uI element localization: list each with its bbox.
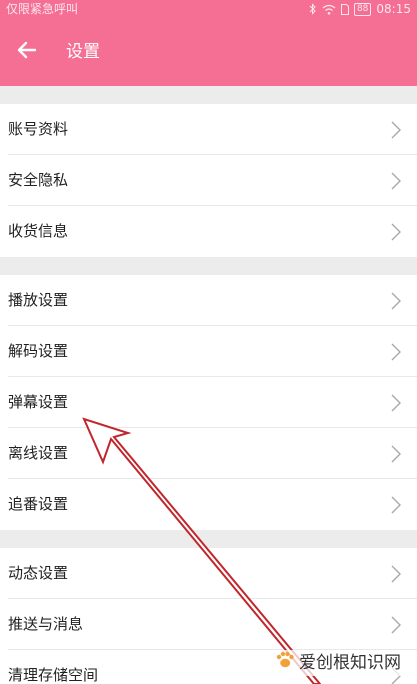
- chevron-right-icon: [391, 343, 401, 361]
- bluetooth-icon: [309, 3, 317, 15]
- chevron-right-icon: [391, 223, 401, 241]
- settings-item-label: 弹幕设置: [8, 393, 69, 411]
- settings-item-label: 清理存储空间: [8, 666, 99, 684]
- battery-indicator: 88: [353, 2, 372, 16]
- paw-icon: [275, 651, 295, 675]
- settings-item-label: 安全隐私: [8, 171, 69, 189]
- settings-item-label: 账号资料: [8, 120, 69, 138]
- carrier-status: 仅限紧急呼叫: [6, 2, 79, 16]
- settings-item-push-messages[interactable]: 推送与消息: [0, 599, 417, 650]
- settings-screen: 仅限紧急呼叫 88 08:15 设置 账号资料 安全隐私 收货信息 播放设置 解…: [0, 0, 417, 684]
- settings-item-label: 推送与消息: [8, 615, 84, 633]
- chevron-right-icon: [391, 616, 401, 634]
- settings-item-label: 解码设置: [8, 342, 69, 360]
- settings-item-label: 收货信息: [8, 222, 69, 240]
- chevron-right-icon: [391, 172, 401, 190]
- settings-item-label: 动态设置: [8, 564, 69, 582]
- chevron-right-icon: [391, 121, 401, 139]
- section-gap: [0, 530, 417, 548]
- wifi-icon: [322, 4, 336, 15]
- watermark-text: 爱创根知识网: [299, 653, 401, 673]
- settings-item-follow-anime[interactable]: 追番设置: [0, 479, 417, 530]
- settings-list: 账号资料 安全隐私 收货信息 播放设置 解码设置 弹幕设置 离线设置 追番设置 …: [0, 86, 417, 684]
- settings-item-offline[interactable]: 离线设置: [0, 428, 417, 479]
- chevron-right-icon: [391, 292, 401, 310]
- settings-item-label: 播放设置: [8, 291, 69, 309]
- clock: 08:15: [376, 2, 411, 16]
- sim-icon: [340, 3, 349, 15]
- page-title: 设置: [66, 42, 100, 62]
- settings-item-danmaku[interactable]: 弹幕设置: [0, 377, 417, 428]
- settings-group-playback: 播放设置 解码设置 弹幕设置 离线设置 追番设置: [0, 275, 417, 530]
- settings-item-label: 离线设置: [8, 444, 69, 462]
- chevron-right-icon: [391, 394, 401, 412]
- section-gap: [0, 257, 417, 275]
- site-watermark: 爱创根知识网: [271, 650, 405, 676]
- chevron-right-icon: [391, 445, 401, 463]
- settings-item-playback[interactable]: 播放设置: [0, 275, 417, 326]
- arrow-left-icon: [17, 41, 37, 63]
- settings-item-shipping-info[interactable]: 收货信息: [0, 206, 417, 257]
- settings-item-security-privacy[interactable]: 安全隐私: [0, 155, 417, 206]
- app-bar: 设置: [0, 18, 417, 86]
- back-button[interactable]: [12, 37, 42, 67]
- status-right: 88 08:15: [309, 1, 411, 17]
- settings-item-account-profile[interactable]: 账号资料: [0, 104, 417, 155]
- chevron-right-icon: [391, 565, 401, 583]
- settings-item-decoding[interactable]: 解码设置: [0, 326, 417, 377]
- section-gap: [0, 86, 417, 104]
- chevron-right-icon: [391, 496, 401, 514]
- settings-item-feed[interactable]: 动态设置: [0, 548, 417, 599]
- settings-group-account: 账号资料 安全隐私 收货信息: [0, 104, 417, 257]
- status-bar: 仅限紧急呼叫 88 08:15: [0, 0, 417, 18]
- settings-item-label: 追番设置: [8, 495, 69, 513]
